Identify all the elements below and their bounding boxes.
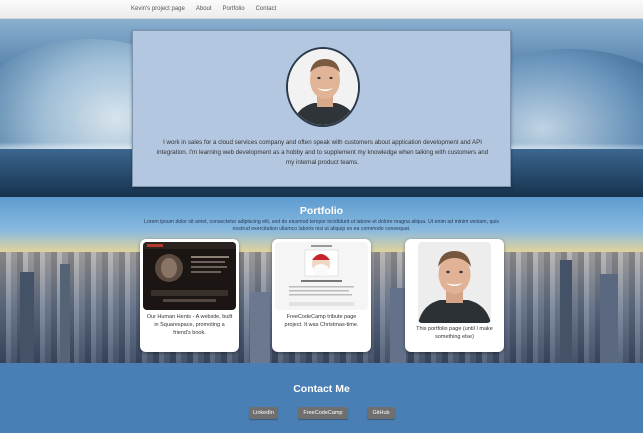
portfolio-card-tribute-page[interactable]: FreeCodeCamp tribute page project. It wa… <box>272 239 371 352</box>
portfolio-page-screenshot <box>418 242 491 323</box>
github-button[interactable]: GitHub <box>367 407 395 419</box>
nav-item-portfolio[interactable]: Portfolio <box>223 6 245 12</box>
human-hents-screenshot <box>143 242 236 310</box>
card-caption: FreeCodeCamp tribute page project. It wa… <box>284 314 359 328</box>
about-card: I work in sales for a cloud services com… <box>132 30 511 187</box>
linkedin-button[interactable]: LinkedIn <box>249 407 278 419</box>
card-caption: This portfolio page (until I make someth… <box>416 326 493 340</box>
portfolio-card-this-page[interactable]: This portfolio page (until I make someth… <box>405 239 504 352</box>
nav-item-contact[interactable]: Contact <box>256 6 277 12</box>
navbar: Kevin's project page About Portfolio Con… <box>0 0 643 19</box>
card-caption: Our Human Hents - A website, built in Sq… <box>146 314 233 336</box>
nav-item-about[interactable]: About <box>196 6 212 12</box>
freecodecamp-button[interactable]: FreeCodeCamp <box>298 407 348 419</box>
contact-title: Contact Me <box>293 383 350 395</box>
tribute-page-screenshot <box>275 242 368 310</box>
portfolio-section: Portfolio Lorem ipsum dolor sit amet, co… <box>0 197 643 363</box>
about-text: I work in sales for a cloud services com… <box>156 139 489 166</box>
portfolio-intro: Lorem ipsum dolor sit amet, consectetur … <box>144 219 499 232</box>
profile-photo <box>286 47 360 127</box>
portfolio-card-human-hents[interactable]: Our Human Hents - A website, built in Sq… <box>140 239 239 352</box>
nav-brand-link[interactable]: Kevin's project page <box>131 6 185 12</box>
contact-section: Contact Me LinkedIn FreeCodeCamp GitHub <box>0 363 643 433</box>
portfolio-title: Portfolio <box>299 205 344 217</box>
